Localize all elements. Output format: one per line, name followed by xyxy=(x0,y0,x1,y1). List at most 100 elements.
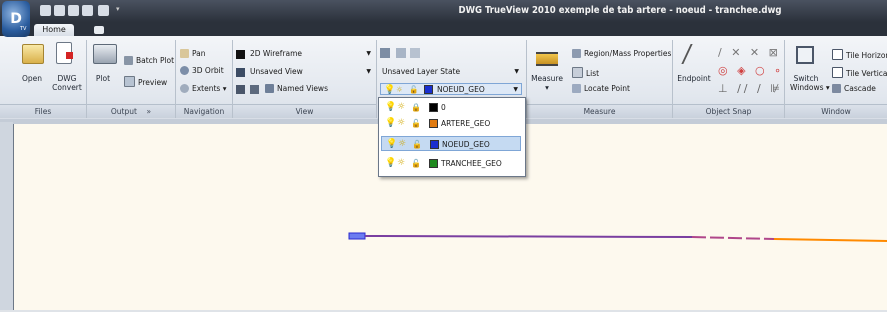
open-folder-icon[interactable] xyxy=(22,44,44,64)
extents-label: Extents xyxy=(192,84,221,93)
view-manager-icon[interactable] xyxy=(236,85,245,94)
panel-label-navigation: Navigation xyxy=(176,104,232,118)
preview-icon xyxy=(124,76,135,87)
endpoint-label[interactable]: Endpoint xyxy=(674,74,714,83)
layer-isolate-icon[interactable] xyxy=(410,48,420,58)
view-cube-icon[interactable] xyxy=(250,85,259,94)
qat-undo-icon[interactable] xyxy=(98,5,109,16)
measure-dropdown-icon[interactable]: ▾ xyxy=(528,83,566,92)
cascade-icon xyxy=(832,84,841,93)
panel-label-object-snap: Object Snap xyxy=(673,104,784,118)
batch-plot-button[interactable]: Batch Plot xyxy=(124,56,174,66)
qat-print-icon[interactable] xyxy=(68,5,79,16)
locate-point-icon xyxy=(572,84,581,93)
panel-label-measure: Measure xyxy=(527,104,672,118)
snap-row-3-icons[interactable]: ⊥ ∕∕ ∕ ⊯ xyxy=(718,82,783,95)
bulb-icon: 💡 xyxy=(385,158,397,168)
chevron-down-icon: ▼ xyxy=(514,68,519,75)
switch-windows-label-2[interactable]: Windows ▾ xyxy=(790,83,830,93)
layer-color-swatch xyxy=(429,119,438,128)
noeud-block[interactable] xyxy=(348,232,366,240)
list-button[interactable]: List xyxy=(572,67,599,79)
layer-item-artere-geo[interactable]: 💡 ☼ 🔓 ARTERE_GEO xyxy=(381,116,521,131)
bulb-icon: 💡 xyxy=(386,139,398,149)
artere-dashed-segment[interactable] xyxy=(691,236,775,240)
layer-thaw-sun-icon: ☼ xyxy=(396,85,403,94)
layer-properties-icon[interactable] xyxy=(380,48,390,58)
chevron-down-icon: ▼ xyxy=(366,68,371,75)
layer-state-value: Unsaved Layer State xyxy=(382,67,461,76)
dwg-convert-label-1[interactable]: DWG xyxy=(50,74,84,83)
chevron-down-icon: ▼ xyxy=(366,50,371,57)
pan-label: Pan xyxy=(192,49,206,58)
sun-icon: ☼ xyxy=(397,102,406,112)
window-title: DWG TrueView 2010 exemple de tab artere … xyxy=(458,5,782,16)
saved-view-combo[interactable]: Unsaved View ▼ xyxy=(236,66,374,78)
layer-color-swatch xyxy=(429,103,438,112)
layer-state-combo[interactable]: Unsaved Layer State ▼ xyxy=(380,66,522,78)
named-views-button[interactable]: Named Views xyxy=(265,84,328,94)
layer-previous-icon[interactable] xyxy=(396,48,406,58)
switch-windows-label-1[interactable]: Switch xyxy=(786,74,826,83)
qat-open-icon[interactable] xyxy=(40,5,51,16)
tab-home[interactable]: Home xyxy=(34,24,74,36)
layer-name: NOEUD_GEO xyxy=(442,140,490,149)
batch-plot-icon xyxy=(124,56,133,65)
panel-label-files: Files xyxy=(0,104,86,118)
measure-button-label[interactable]: Measure xyxy=(528,74,566,83)
extents-button[interactable]: Extents ▾ xyxy=(180,84,227,94)
layer-item-tranchee-geo[interactable]: 💡 ☼ 🔓 TRANCHEE_GEO xyxy=(381,156,521,171)
chevron-down-icon: ▼ xyxy=(513,86,518,93)
list-icon xyxy=(572,67,583,78)
layer-name: 0 xyxy=(441,103,446,112)
tile-vertically-button[interactable]: Tile Vertically xyxy=(832,67,887,79)
ribbon-minimize-icon[interactable] xyxy=(94,26,104,34)
panel-label-output: Output » xyxy=(87,104,175,118)
output-panel-expand-icon[interactable]: » xyxy=(147,107,152,116)
3d-orbit-button[interactable]: 3D Orbit xyxy=(180,66,224,76)
tile-horizontally-button[interactable]: Tile Horizontally xyxy=(832,49,887,61)
cascade-label: Cascade xyxy=(844,84,876,93)
layer-item-noeud-geo[interactable]: 💡 ☼ 🔓 NOEUD_GEO xyxy=(381,136,521,151)
panel-separator xyxy=(376,40,377,118)
locate-point-button[interactable]: Locate Point xyxy=(572,84,630,94)
panel-label-view: View xyxy=(233,104,376,118)
sun-icon: ☼ xyxy=(397,158,406,168)
sun-icon: ☼ xyxy=(398,139,407,149)
qat-dropdown-icon[interactable]: ▾ xyxy=(116,5,120,13)
dwg-convert-label-2[interactable]: Convert xyxy=(50,83,84,92)
switch-windows-icon[interactable] xyxy=(796,46,814,64)
sun-icon: ☼ xyxy=(397,118,406,128)
layer-name: TRANCHEE_GEO xyxy=(441,159,502,168)
tranchee-line[interactable] xyxy=(773,238,887,242)
orbit-icon xyxy=(180,66,189,75)
qat-publish-icon[interactable] xyxy=(82,5,93,16)
visual-style-combo[interactable]: 2D Wireframe ▼ xyxy=(236,48,374,60)
named-views-icon xyxy=(265,84,274,93)
drawing-left-border xyxy=(0,122,13,310)
preview-label: Preview xyxy=(138,78,168,87)
saved-view-value: Unsaved View xyxy=(250,67,303,76)
snap-row-2-icons[interactable]: ◎ ◈ ○ ∘ xyxy=(718,64,784,77)
cascade-button[interactable]: Cascade xyxy=(832,84,876,94)
orbit-label: 3D Orbit xyxy=(192,66,224,75)
zoom-extents-icon xyxy=(180,84,189,93)
snap-row-1-icons[interactable]: / ✕ ✕ ⊠ xyxy=(718,46,781,59)
current-layer-combo[interactable]: 💡 ☼ 🔓 NOEUD_GEO ▼ xyxy=(380,83,522,95)
artere-line[interactable] xyxy=(364,235,693,238)
pan-button[interactable]: Pan xyxy=(180,49,206,59)
plot-printer-icon[interactable] xyxy=(93,44,117,64)
measure-ruler-icon[interactable] xyxy=(536,52,558,66)
layer-item-0[interactable]: 💡 ☼ 🔒 0 xyxy=(381,100,521,115)
region-mass-icon xyxy=(572,49,581,58)
tile-horizontal-icon xyxy=(832,49,843,60)
qat-save-icon[interactable] xyxy=(54,5,65,16)
tile-horizontal-label: Tile Horizontally xyxy=(846,51,887,60)
region-mass-button[interactable]: Region/Mass Properties xyxy=(572,49,671,59)
open-button-label[interactable]: Open xyxy=(14,74,50,83)
panel-label-window: Window xyxy=(785,104,887,118)
app-logo-sub: TV xyxy=(20,26,27,32)
preview-button[interactable]: Preview xyxy=(124,76,167,88)
plot-button-label[interactable]: Plot xyxy=(88,74,118,83)
layer-name: ARTERE_GEO xyxy=(441,119,491,128)
